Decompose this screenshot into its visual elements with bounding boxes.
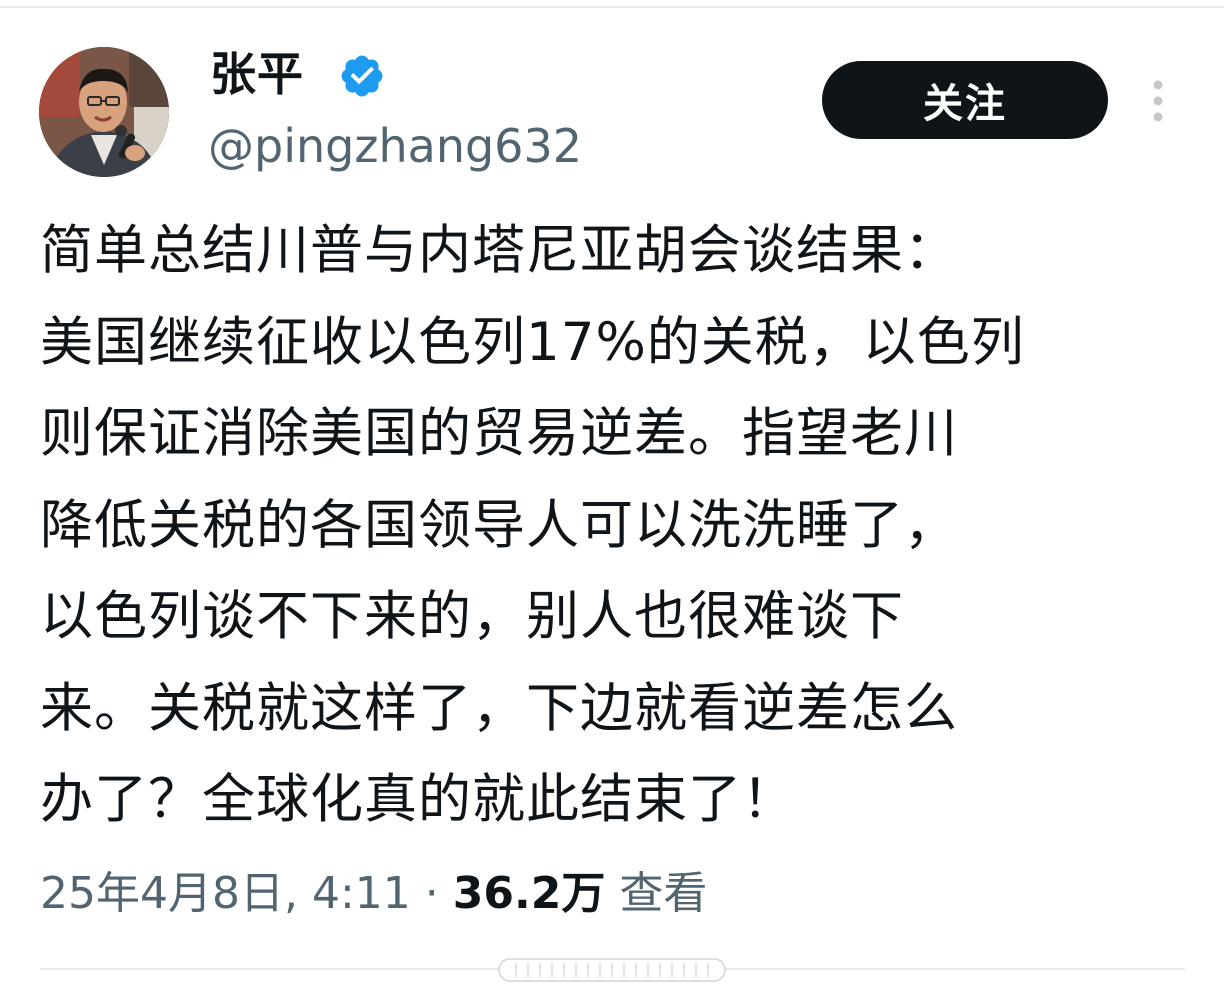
image-scroll-handle[interactable] bbox=[498, 958, 726, 982]
tweet-meta: 25年4月8日, 4:11 · 36.2万 查看 bbox=[40, 864, 707, 924]
avatar[interactable] bbox=[39, 47, 169, 177]
tweet-line: 办了？全球化真的就此结束了！ bbox=[40, 769, 796, 830]
top-divider bbox=[0, 6, 1224, 8]
tweet-line: 来。关税就这样了，下边就看逆差怎么 bbox=[40, 677, 958, 739]
author-handle[interactable]: @pingzhang632 bbox=[208, 116, 582, 176]
more-vertical-icon[interactable] bbox=[1146, 78, 1170, 124]
meta-separator: · bbox=[424, 868, 439, 919]
tweet-line: 简单总结川普与内塔尼亚胡会谈结果： bbox=[40, 220, 958, 281]
timestamp[interactable]: 25年4月8日, 4:11 bbox=[40, 868, 411, 919]
profile-photo bbox=[39, 47, 169, 177]
display-name[interactable]: 张平 bbox=[210, 44, 304, 104]
tweet-line: 降低关税的各国领导人可以洗洗睡了， bbox=[40, 494, 958, 556]
tweet-text: 简单总结川普与内塔尼亚胡会谈结果： 美国继续征收以色列17%的关税，以色列 则保… bbox=[40, 205, 1190, 846]
follow-button[interactable]: 关注 bbox=[822, 61, 1108, 139]
verified-badge-icon bbox=[341, 55, 383, 97]
tweet-line: 则保证消除美国的贸易逆差。指望老川 bbox=[40, 403, 958, 464]
views-label: 查看 bbox=[619, 868, 708, 919]
tweet-line: 以色列谈不下来的，别人也很难谈下 bbox=[40, 586, 904, 647]
views-count: 36.2万 bbox=[452, 868, 606, 919]
tweet-line: 美国继续征收以色列17%的关税，以色列 bbox=[40, 311, 1025, 373]
